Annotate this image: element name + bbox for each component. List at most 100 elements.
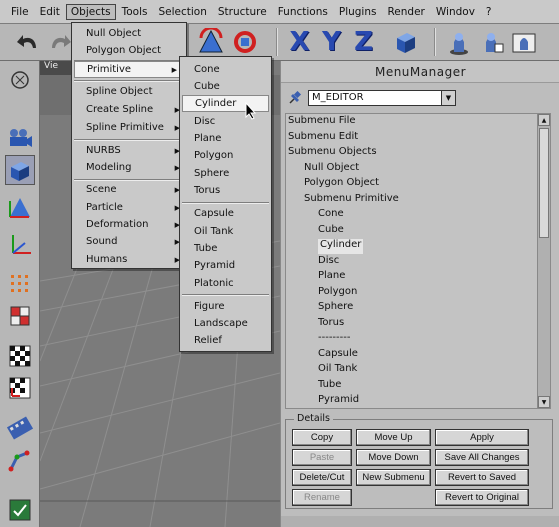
menu-selector-dropdown[interactable]: M_EDITOR ▼ xyxy=(308,90,456,106)
paste-button[interactable]: Paste xyxy=(292,449,352,466)
menu-item-modeling[interactable]: Modeling ▶ xyxy=(72,159,186,176)
axis-tool-icon[interactable] xyxy=(5,229,35,259)
menu-item-platonic[interactable]: Platonic xyxy=(180,275,271,292)
menu-help[interactable]: ? xyxy=(481,4,497,20)
tree-item[interactable]: Submenu Edit xyxy=(288,131,358,146)
z-axis-lock-icon[interactable]: Z xyxy=(349,27,378,57)
model-tool-icon[interactable] xyxy=(5,193,35,223)
menu-item-pyramid[interactable]: Pyramid xyxy=(180,257,271,274)
object-tool-icon[interactable] xyxy=(5,155,35,185)
apply-button[interactable]: Apply xyxy=(435,429,529,446)
coordinate-system-icon[interactable] xyxy=(390,27,419,57)
menu-item-deformation[interactable]: Deformation ▶ xyxy=(72,216,186,233)
menu-item-plane[interactable]: Plane xyxy=(180,130,271,147)
animation-tool-icon[interactable] xyxy=(5,413,35,443)
tree-item[interactable]: Oil Tank xyxy=(318,363,357,378)
menu-item-sphere[interactable]: Sphere xyxy=(180,165,271,182)
menu-render[interactable]: Render xyxy=(382,4,429,20)
menu-plugins[interactable]: Plugins xyxy=(334,4,382,20)
tree-item[interactable]: Submenu Objects xyxy=(288,146,377,161)
menu-item-cone[interactable]: Cone xyxy=(180,61,271,78)
menu-item-null-object[interactable]: Null Object xyxy=(72,25,186,42)
scale-tool-icon[interactable] xyxy=(230,27,259,57)
tree-item[interactable]: Pyramid xyxy=(318,394,359,408)
tree-item[interactable]: Polygon Object xyxy=(304,177,379,192)
tree-item[interactable]: Plane xyxy=(318,270,345,285)
scrollbar-thumb[interactable] xyxy=(539,128,549,238)
texture-tool-icon[interactable] xyxy=(5,341,35,371)
menu-tools[interactable]: Tools xyxy=(117,4,153,20)
menu-window[interactable]: Windov xyxy=(431,4,480,20)
tree-item[interactable]: Sphere xyxy=(318,301,353,316)
tree-item[interactable]: Submenu Primitive xyxy=(304,193,399,208)
tree-scrollbar[interactable]: ▲ ▼ xyxy=(537,114,550,408)
undo-icon[interactable] xyxy=(14,27,43,57)
texture-axis-icon[interactable] xyxy=(5,373,35,403)
tree-item[interactable]: Submenu File xyxy=(288,115,356,130)
copy-button[interactable]: Copy xyxy=(292,429,352,446)
menu-objects[interactable]: Objects xyxy=(65,3,116,20)
new-submenu-button[interactable]: New Submenu xyxy=(356,469,431,486)
menu-item-relief[interactable]: Relief xyxy=(180,332,271,349)
menu-item-create-spline[interactable]: Create Spline ▶ xyxy=(72,101,186,118)
render-view-icon[interactable] xyxy=(444,27,473,57)
tree-item[interactable]: Cone xyxy=(318,208,344,223)
menu-item-polygon[interactable]: Polygon xyxy=(180,147,271,164)
menu-item-spline-object[interactable]: Spline Object xyxy=(72,83,186,100)
save-all-changes-button[interactable]: Save All Changes xyxy=(435,449,529,466)
live-selection-icon[interactable] xyxy=(5,65,35,95)
menu-item-spline-primitive[interactable]: Spline Primitive ▶ xyxy=(72,119,186,136)
inverse-kinematics-icon[interactable] xyxy=(5,445,35,475)
menu-item-capsule[interactable]: Capsule xyxy=(180,205,271,222)
menu-item-primitive[interactable]: Primitive ▶ xyxy=(74,61,184,78)
menu-item-polygon-object[interactable]: Polygon Object xyxy=(72,42,186,59)
menu-item-scene[interactable]: Scene ▶ xyxy=(72,181,186,198)
menu-structure[interactable]: Structure xyxy=(213,4,272,20)
menu-item-tube[interactable]: Tube xyxy=(180,240,271,257)
menu-selection[interactable]: Selection xyxy=(153,4,211,20)
tree-item[interactable]: Cube xyxy=(318,224,344,239)
points-tool-icon[interactable] xyxy=(5,269,35,299)
render-settings-icon[interactable] xyxy=(509,27,538,57)
tree-item[interactable]: Capsule xyxy=(318,348,358,363)
menu-item-sound[interactable]: Sound ▶ xyxy=(72,233,186,250)
x-axis-lock-icon[interactable]: X xyxy=(285,27,314,57)
menu-item-cube[interactable]: Cube xyxy=(180,78,271,95)
tree-item[interactable]: Torus xyxy=(318,317,344,332)
tree-item[interactable]: Polygon xyxy=(318,286,357,301)
delete-cut-button[interactable]: Delete/Cut xyxy=(292,469,352,486)
tree-item[interactable]: Tube xyxy=(318,379,341,394)
move-down-button[interactable]: Move Down xyxy=(356,449,431,466)
menu-item-torus[interactable]: Torus xyxy=(180,182,271,199)
revert-to-original-button[interactable]: Revert to Original xyxy=(435,489,529,506)
menu-file[interactable]: File xyxy=(6,4,34,20)
menu-item-landscape[interactable]: Landscape xyxy=(180,315,271,332)
move-up-button[interactable]: Move Up xyxy=(356,429,431,446)
rotate-tool-icon[interactable] xyxy=(196,27,225,57)
scroll-up-icon[interactable]: ▲ xyxy=(538,114,550,126)
menu-item-disc[interactable]: Disc xyxy=(180,113,271,130)
render-picture-icon[interactable] xyxy=(476,27,505,57)
menu-edit[interactable]: Edit xyxy=(35,4,65,20)
menu-tree-list[interactable]: Submenu File Submenu Edit Submenu Objects N… xyxy=(285,113,551,409)
menu-item-nurbs[interactable]: NURBS ▶ xyxy=(72,142,186,159)
rename-button[interactable]: Rename xyxy=(292,489,352,506)
menu-functions[interactable]: Functions xyxy=(273,4,333,20)
pin-icon[interactable] xyxy=(287,90,303,106)
camera-icon[interactable] xyxy=(5,123,35,153)
edit-render-icon[interactable] xyxy=(5,495,35,525)
revert-to-saved-button[interactable]: Revert to Saved xyxy=(435,469,529,486)
y-axis-lock-icon[interactable]: Y xyxy=(317,27,346,57)
polygons-tool-icon[interactable] xyxy=(5,301,35,331)
menu-item-oil-tank[interactable]: Oil Tank xyxy=(180,223,271,240)
menu-item-humans[interactable]: Humans ▶ xyxy=(72,251,186,268)
tree-item[interactable]: Disc xyxy=(318,255,339,270)
menu-item-particle[interactable]: Particle ▶ xyxy=(72,199,186,216)
tree-item[interactable]: --------- xyxy=(318,332,350,347)
tree-item[interactable]: Null Object xyxy=(304,162,359,177)
redo-icon[interactable] xyxy=(44,27,73,57)
menu-item-figure[interactable]: Figure xyxy=(180,298,271,315)
scroll-down-icon[interactable]: ▼ xyxy=(538,396,550,408)
chevron-down-icon[interactable]: ▼ xyxy=(441,91,455,105)
tree-item-selected[interactable]: Cylinder xyxy=(318,239,364,254)
